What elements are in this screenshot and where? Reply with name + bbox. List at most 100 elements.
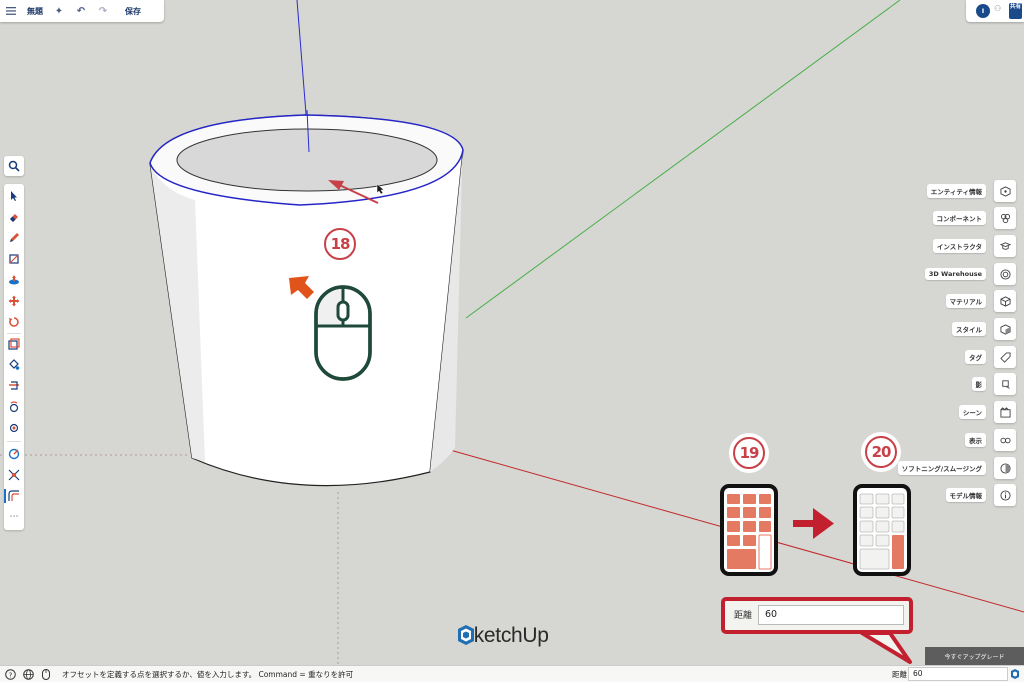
panel-button[interactable] bbox=[994, 235, 1016, 257]
document-title[interactable]: 無題 bbox=[22, 0, 48, 22]
panel-row[interactable]: マテリアル bbox=[945, 290, 1016, 312]
step-badge-20: 20 bbox=[861, 432, 901, 472]
mouse-icon bbox=[314, 285, 372, 381]
panel-button[interactable] bbox=[994, 373, 1016, 395]
callout-pointer bbox=[860, 631, 912, 664]
panel-row[interactable]: コンポーネント bbox=[932, 207, 1016, 229]
panel-label[interactable]: エンティティ情報 bbox=[926, 184, 986, 198]
panel-row[interactable]: 影 bbox=[971, 373, 1016, 395]
avatar[interactable]: Ⅱ bbox=[976, 4, 990, 18]
section-plane-tool[interactable] bbox=[4, 376, 24, 396]
sparkle-icon: ✦ bbox=[54, 5, 64, 17]
panel-row[interactable]: シーン bbox=[958, 401, 1016, 423]
panel-button[interactable] bbox=[994, 290, 1016, 312]
panel-row[interactable]: タグ bbox=[965, 346, 1016, 368]
tools-toolbar: ⋯ bbox=[4, 184, 24, 530]
measurements-label: 距離 bbox=[892, 670, 907, 679]
scale-icon bbox=[8, 338, 20, 350]
panel-row[interactable]: モデル情報 bbox=[945, 484, 1016, 506]
panel-button[interactable] bbox=[994, 457, 1016, 479]
arc-tool[interactable] bbox=[4, 465, 24, 485]
panel-label[interactable]: シーン bbox=[958, 405, 986, 419]
account-toolbar: Ⅱ ⚇ 共有 bbox=[966, 0, 1024, 22]
panel-label[interactable]: コンポーネント bbox=[932, 211, 986, 225]
menu-button[interactable] bbox=[0, 0, 22, 22]
panel-button[interactable] bbox=[994, 207, 1016, 229]
panel-label[interactable]: 影 bbox=[971, 377, 986, 391]
eraser-tool[interactable] bbox=[4, 207, 24, 227]
upgrade-button[interactable]: 今すぐアップグレード bbox=[925, 647, 1024, 665]
panel-label[interactable]: 表示 bbox=[965, 433, 986, 447]
measurements-input[interactable]: 60 bbox=[908, 667, 1008, 681]
globe-icon bbox=[22, 668, 34, 680]
panel-label[interactable]: モデル情報 bbox=[945, 488, 986, 502]
panel-label[interactable]: ソフトニング/スムージング bbox=[897, 461, 986, 475]
orbit-tool[interactable] bbox=[4, 397, 24, 417]
panel-button[interactable] bbox=[994, 401, 1016, 423]
tape-measure-tool[interactable] bbox=[4, 444, 24, 464]
paint-tool[interactable] bbox=[4, 355, 24, 375]
geo-location-button[interactable] bbox=[22, 668, 34, 680]
panel-button[interactable] bbox=[994, 484, 1016, 506]
share-button[interactable]: 共有 bbox=[1009, 3, 1022, 19]
undo-button[interactable]: ↶ bbox=[70, 0, 92, 22]
step-badge-18: 18 bbox=[320, 224, 360, 264]
scene-icon bbox=[999, 406, 1011, 418]
redo-button[interactable]: ↷ bbox=[92, 0, 114, 22]
panel-label[interactable]: スタイル bbox=[952, 322, 986, 336]
panel-label[interactable]: タグ bbox=[965, 350, 986, 364]
svg-text:?: ? bbox=[8, 671, 12, 679]
panel-button[interactable] bbox=[994, 346, 1016, 368]
orbit-icon bbox=[9, 401, 19, 413]
eraser-icon bbox=[10, 214, 18, 222]
modeling-viewport[interactable]: 18 19 20 距離 60 SketchUp 今すぐアップグレード bbox=[0, 0, 1024, 665]
rectangle-tool[interactable] bbox=[4, 249, 24, 269]
search-tool[interactable] bbox=[4, 156, 24, 176]
panel-button[interactable] bbox=[994, 429, 1016, 451]
push-pull-tool[interactable] bbox=[4, 270, 24, 290]
components-icon bbox=[1000, 213, 1010, 223]
redo-icon: ↷ bbox=[98, 5, 108, 17]
camera-icon bbox=[9, 423, 19, 433]
move-tool[interactable] bbox=[4, 291, 24, 311]
panel-row[interactable]: 3D Warehouse bbox=[924, 263, 1016, 285]
panel-row[interactable]: 表示 bbox=[965, 429, 1016, 451]
position-camera-tool[interactable] bbox=[4, 418, 24, 438]
panel-row[interactable]: スタイル bbox=[952, 318, 1016, 340]
tag-icon bbox=[999, 351, 1011, 363]
panel-button[interactable] bbox=[994, 180, 1016, 202]
green-axis bbox=[465, 0, 901, 319]
panel-label[interactable]: 3D Warehouse bbox=[924, 268, 986, 280]
panel-button[interactable] bbox=[994, 263, 1016, 285]
panel-label[interactable]: インストラクタ bbox=[932, 239, 986, 253]
save-button[interactable]: 保存 bbox=[118, 0, 148, 22]
sketchup-status-icon[interactable] bbox=[1009, 668, 1021, 680]
callout-distance-value: 60 bbox=[758, 605, 904, 625]
style-cube-icon bbox=[999, 323, 1011, 335]
cube-info-icon bbox=[999, 185, 1011, 197]
keypad-typing-icon bbox=[720, 484, 778, 576]
panel-label[interactable]: マテリアル bbox=[945, 294, 986, 308]
offset-tool[interactable] bbox=[4, 486, 24, 506]
status-message: オフセットを定義する点を選択するか、値を入力します。 Command = 重なり… bbox=[62, 670, 354, 679]
material-cube-icon bbox=[999, 295, 1011, 307]
glasses-icon bbox=[999, 437, 1011, 443]
ai-assistant-button[interactable]: ✦ bbox=[48, 0, 70, 22]
panel-row[interactable]: ソフトニング/スムージング bbox=[897, 457, 1016, 479]
pencil-tool[interactable] bbox=[4, 228, 24, 248]
help-button[interactable]: ? bbox=[4, 668, 16, 680]
info-icon bbox=[999, 489, 1011, 501]
more-tools-button[interactable]: ⋯ bbox=[4, 512, 24, 522]
link-icon[interactable]: ⚇ bbox=[994, 4, 1006, 18]
panel-button[interactable] bbox=[994, 318, 1016, 340]
panel-row[interactable]: エンティティ情報 bbox=[926, 180, 1016, 202]
rotate-icon bbox=[9, 317, 19, 327]
panel-row[interactable]: インストラクタ bbox=[932, 235, 1016, 257]
half-circle-icon bbox=[999, 462, 1011, 474]
keypad-enter-icon bbox=[853, 484, 911, 576]
scale-tool[interactable] bbox=[4, 334, 24, 354]
undo-icon: ↶ bbox=[76, 5, 86, 17]
select-tool[interactable] bbox=[4, 186, 24, 206]
rotate-tool[interactable] bbox=[4, 312, 24, 332]
callout-distance-label: 距離 bbox=[734, 611, 753, 621]
